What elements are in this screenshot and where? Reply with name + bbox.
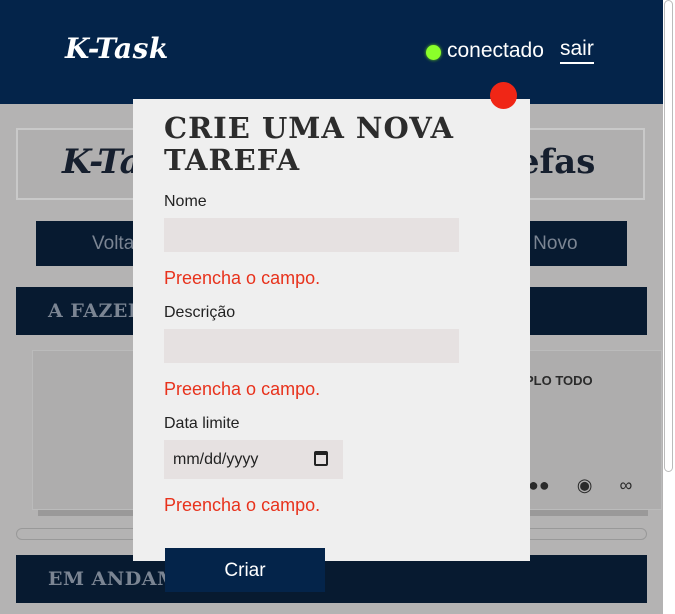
task-card-actions: ●● ◉ ∞	[528, 475, 654, 496]
top-navbar: K-Task conectado sair	[0, 0, 663, 104]
connection-status-text: conectado	[447, 39, 544, 62]
description-input[interactable]	[164, 329, 459, 363]
name-label: Nome	[164, 193, 207, 210]
modal-title: CRIE UMA NOVA TAREFA	[164, 111, 454, 177]
create-button[interactable]: Criar	[165, 548, 325, 592]
deadline-error: Preencha o campo.	[164, 495, 321, 515]
date-placeholder: mm/dd/yyyy	[173, 451, 259, 468]
eye-icon: ◉	[576, 475, 593, 495]
app-logo[interactable]: K-Task	[65, 32, 169, 65]
create-task-modal: CRIE UMA NOVA TAREFA Nome Preencha o cam…	[133, 99, 530, 592]
vertical-scrollbar[interactable]	[663, 0, 675, 614]
paperclip-icon: ∞	[619, 475, 633, 495]
description-label: Descrição	[164, 304, 236, 321]
section-todo-label: A FAZER	[48, 300, 145, 322]
name-error: Preencha o campo.	[164, 268, 321, 288]
page-title-left: K-Ta	[62, 142, 142, 182]
people-icon: ●●	[528, 475, 550, 495]
connection-status-icon	[426, 45, 441, 60]
description-error: Preencha o campo.	[164, 379, 321, 399]
calendar-icon[interactable]	[314, 451, 328, 466]
deadline-date-input[interactable]: mm/dd/yyyy	[164, 440, 343, 479]
task-card-title: PLO TODO	[525, 373, 593, 388]
deadline-label: Data limite	[164, 415, 240, 432]
section-doing-header: EM ANDAM	[16, 555, 647, 603]
close-icon[interactable]	[490, 82, 517, 109]
scrollbar-thumb[interactable]	[664, 0, 673, 472]
name-input[interactable]	[164, 218, 459, 252]
logout-link[interactable]: sair	[560, 37, 594, 64]
section-doing-label: EM ANDAM	[48, 568, 179, 590]
